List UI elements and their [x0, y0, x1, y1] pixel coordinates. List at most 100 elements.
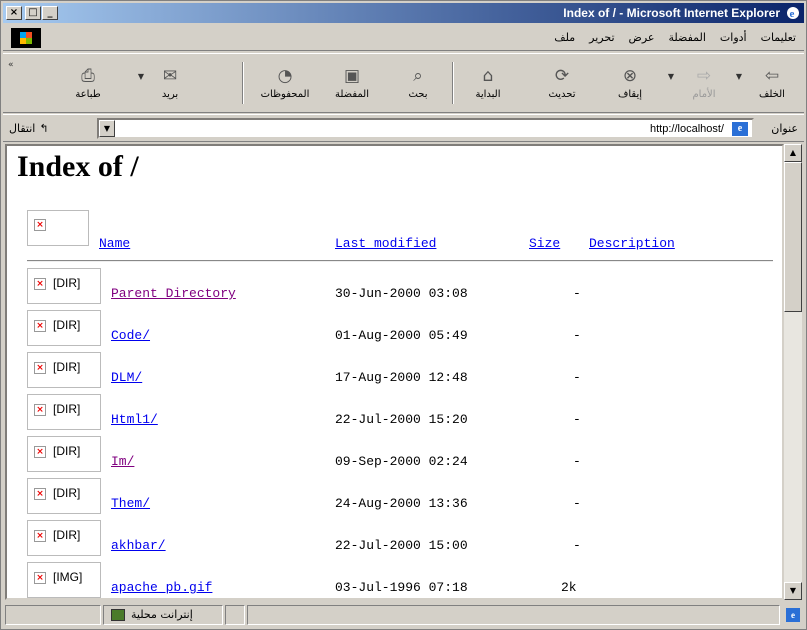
page-content: Index of / × Name Last modified Size Des…: [5, 144, 784, 600]
stop-button[interactable]: ⊗ إيقاف: [608, 64, 652, 108]
broken-image-icon: × [DIR]: [27, 310, 101, 346]
table-row: × [DIR] Them/24-Aug-2000 13:36 -: [7, 478, 782, 518]
address-label: عنوان: [771, 122, 798, 135]
broken-image-icon: × [DIR]: [27, 436, 101, 472]
header-broken-image-icon: ×: [27, 210, 89, 246]
forward-label: الأمام: [692, 89, 716, 100]
file-date: 01-Aug-2000 05:49: [335, 328, 468, 343]
alt-text: [DIR]: [53, 444, 81, 458]
scroll-down-icon[interactable]: ▼: [784, 582, 802, 600]
maximize-button[interactable]: □: [25, 6, 41, 20]
file-link[interactable]: Html1/: [111, 412, 158, 427]
refresh-button[interactable]: ⟳ تحديث: [540, 64, 584, 108]
address-bar: عنوان ▼ http://localhost/ e انتقال ↰: [3, 114, 804, 142]
scroll-up-icon[interactable]: ▲: [784, 144, 802, 162]
file-date: 22-Jul-2000 15:00: [335, 538, 468, 553]
broken-image-icon: × [DIR]: [27, 352, 101, 388]
file-link[interactable]: Parent Directory: [111, 286, 236, 301]
title-bar: × □ _ Index of / - Microsoft Internet Ex…: [3, 3, 804, 23]
security-zone: إنترانت محلية: [111, 608, 193, 621]
browser-window: × □ _ Index of / - Microsoft Internet Ex…: [0, 0, 807, 630]
file-link[interactable]: akhbar/: [111, 538, 166, 553]
table-row: × [DIR] Html1/22-Jul-2000 15:20 -: [7, 394, 782, 434]
file-size: -: [573, 454, 581, 469]
menu-bar: ملف تحرير عرض المفضلة أدوات تعليمات: [3, 25, 804, 51]
svg-text:e: e: [790, 8, 795, 20]
close-button[interactable]: ×: [6, 6, 22, 20]
search-icon: ⌕: [413, 66, 423, 86]
column-size-link[interactable]: Size: [529, 236, 560, 251]
broken-image-icon: × [DIR]: [27, 268, 101, 304]
column-modified-link[interactable]: Last modified: [335, 236, 436, 251]
windows-logo-icon: [11, 28, 41, 48]
column-description-link[interactable]: Description: [589, 236, 675, 251]
back-label: الخلف: [759, 89, 785, 100]
file-link[interactable]: Im/: [111, 454, 134, 469]
file-size: -: [573, 286, 581, 301]
toolbar-grip-icon: «: [8, 60, 14, 70]
menu-edit[interactable]: تحرير: [589, 31, 614, 44]
toolbar-separator: [452, 62, 454, 104]
refresh-label: تحديث: [548, 89, 576, 100]
intranet-zone-icon: [111, 608, 125, 621]
minimize-button[interactable]: _: [42, 6, 58, 20]
column-name-link[interactable]: Name: [99, 236, 130, 251]
history-label: المحفوظات: [260, 89, 310, 100]
table-row: × [DIR] Im/09-Sep-2000 02:24 -: [7, 436, 782, 476]
broken-image-icon: × [IMG]: [27, 562, 101, 598]
menu-tools[interactable]: أدوات: [720, 31, 747, 44]
menu-favorites[interactable]: المفضلة: [668, 31, 705, 44]
menu-items: ملف تحرير عرض المفضلة أدوات تعليمات: [554, 31, 796, 44]
forward-dropdown-icon[interactable]: ▼: [668, 72, 674, 81]
alt-text: [DIR]: [53, 360, 81, 374]
home-button[interactable]: ⌂ البداية: [466, 64, 510, 108]
mail-icon: ✉: [162, 66, 178, 86]
menu-view[interactable]: عرض: [629, 31, 655, 44]
back-arrow-icon: ⇦: [764, 66, 780, 86]
page-title: Index of /: [17, 150, 139, 183]
address-url[interactable]: http://localhost/: [650, 123, 724, 135]
search-button[interactable]: ⌕ بحث: [396, 64, 440, 108]
file-date: 30-Jun-2000 03:08: [335, 286, 468, 301]
go-arrow-icon: ↰: [39, 122, 49, 135]
back-dropdown-icon[interactable]: ▼: [736, 72, 742, 81]
stop-icon: ⊗: [622, 66, 638, 86]
home-label: البداية: [475, 89, 501, 100]
print-button[interactable]: ⎙ طباعة: [66, 64, 110, 108]
file-size: -: [573, 370, 581, 385]
file-link[interactable]: DLM/: [111, 370, 142, 385]
file-link[interactable]: apache_pb.gif: [111, 580, 212, 595]
history-button[interactable]: ◔ المحفوظات: [254, 64, 316, 108]
file-size: -: [573, 496, 581, 511]
broken-image-icon: × [DIR]: [27, 394, 101, 430]
address-dropdown-icon[interactable]: ▼: [99, 120, 115, 137]
print-label: طباعة: [75, 89, 101, 100]
status-text-cell: [247, 605, 780, 625]
status-cell: [225, 605, 245, 625]
page-ie-icon: e: [732, 122, 748, 136]
file-link[interactable]: Code/: [111, 328, 150, 343]
mail-dropdown-icon[interactable]: ▼: [138, 72, 144, 81]
refresh-icon: ⟳: [554, 66, 570, 86]
alt-text: [IMG]: [53, 570, 83, 584]
table-row: × [DIR] akhbar/22-Jul-2000 15:00 -: [7, 520, 782, 560]
go-label: انتقال: [9, 122, 36, 135]
window-controls: × □ _: [6, 6, 59, 20]
status-ie-icon: e: [786, 608, 800, 622]
address-input[interactable]: ▼ http://localhost/ e: [97, 118, 754, 139]
menu-file[interactable]: ملف: [554, 31, 575, 44]
menu-help[interactable]: تعليمات: [761, 31, 796, 44]
go-button[interactable]: انتقال ↰: [9, 122, 49, 135]
mail-button[interactable]: ✉ بريد: [148, 64, 192, 108]
forward-button[interactable]: ⇨ الأمام: [682, 64, 726, 108]
vertical-scrollbar[interactable]: ▲ ▼: [784, 144, 802, 600]
home-icon: ⌂: [482, 66, 494, 86]
zone-label: إنترانت محلية: [131, 608, 193, 621]
back-button[interactable]: ⇦ الخلف: [750, 64, 794, 108]
file-size: -: [573, 538, 581, 553]
file-link[interactable]: Them/: [111, 496, 150, 511]
scroll-thumb[interactable]: [784, 162, 802, 312]
file-size: -: [573, 412, 581, 427]
alt-text: [DIR]: [53, 318, 81, 332]
favorites-button[interactable]: ▣ المفضلة: [324, 64, 380, 108]
